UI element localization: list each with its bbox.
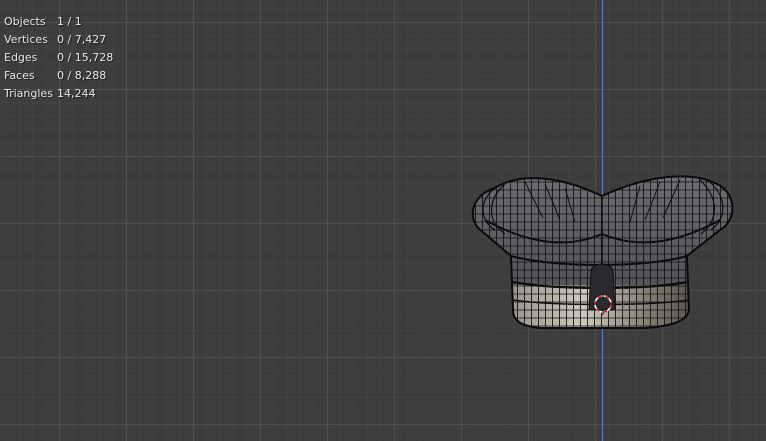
stat-row-faces: Faces 0 / 8,288 (4, 67, 113, 85)
3d-viewport[interactable]: Objects 1 / 1 Vertices 0 / 7,427 Edges 0… (0, 0, 766, 441)
3d-cursor-icon[interactable] (592, 293, 614, 315)
stat-value: 0 / 7,427 (57, 33, 107, 46)
stat-label: Vertices (4, 33, 48, 46)
stat-label: Edges (4, 51, 38, 64)
stat-label: Objects (4, 15, 46, 28)
stat-value: 0 / 8,288 (57, 69, 107, 82)
stat-value: 1 / 1 (57, 15, 82, 28)
stat-row-edges: Edges 0 / 15,728 (4, 49, 113, 67)
stat-row-vertices: Vertices 0 / 7,427 (4, 31, 113, 49)
stat-value: 0 / 15,728 (57, 51, 114, 64)
stat-label: Faces (4, 69, 35, 82)
scene-statistics-overlay: Objects 1 / 1 Vertices 0 / 7,427 Edges 0… (4, 13, 113, 103)
stat-row-objects: Objects 1 / 1 (4, 13, 113, 31)
stat-row-triangles: Triangles 14,244 (4, 85, 113, 103)
stat-value: 14,244 (57, 87, 96, 100)
stat-label: Triangles (4, 87, 53, 100)
